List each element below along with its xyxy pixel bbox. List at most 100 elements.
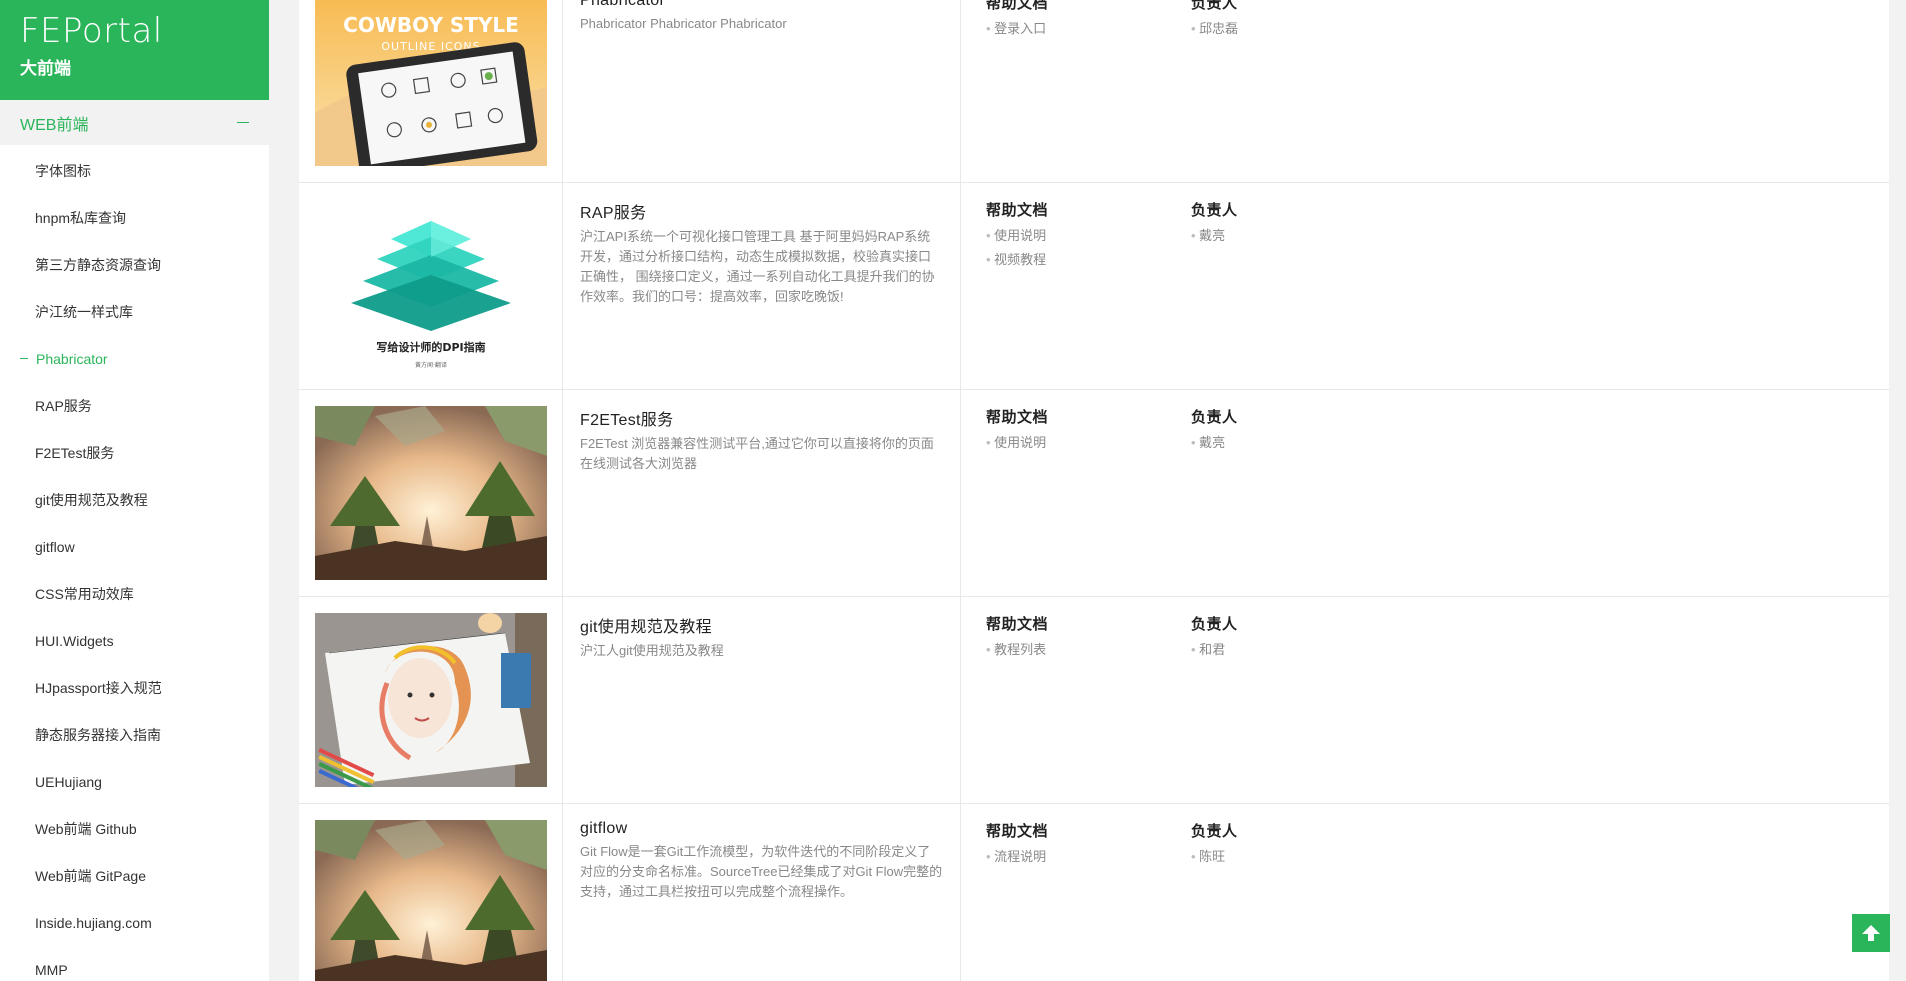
- help-link[interactable]: 使用说明: [986, 224, 1166, 248]
- project-title[interactable]: RAP服务: [580, 199, 943, 223]
- owners: 负责人 和君: [1191, 597, 1238, 803]
- sidebar-item-phabricator[interactable]: Phabricator: [0, 335, 269, 382]
- sidebar-section-web[interactable]: WEB前端: [0, 100, 269, 145]
- sidebar-item-label: 第三方静态资源查询: [35, 256, 161, 273]
- project-summary: F2ETest 浏览器兼容性测试平台,通过它你可以直接将你的页面在线测试各大浏览…: [580, 436, 934, 471]
- project-card: F2ETest服务 F2ETest 浏览器兼容性测试平台,通过它你可以直接将你的…: [299, 390, 1889, 597]
- owners-heading: 负责人: [1191, 202, 1238, 219]
- help-docs: 帮助文档 教程列表: [961, 597, 1191, 803]
- help-docs-heading: 帮助文档: [986, 0, 1049, 12]
- sidebar-item-github[interactable]: Web前端 Github: [0, 805, 269, 852]
- sidebar-item-label: RAP服务: [35, 397, 92, 414]
- sidebar-item-gitpage[interactable]: Web前端 GitPage: [0, 852, 269, 899]
- help-link[interactable]: 使用说明: [986, 431, 1166, 455]
- sidebar-item-label: 字体图标: [35, 162, 91, 179]
- project-title[interactable]: git使用规范及教程: [580, 613, 943, 637]
- forest-image: [315, 820, 547, 981]
- project-thumbnail[interactable]: 写给设计师的DPI指南 黄方闻·翻译: [299, 183, 563, 389]
- owners-heading: 负责人: [1191, 823, 1238, 840]
- project-thumbnail[interactable]: [299, 597, 563, 803]
- sidebar-item-label: Inside.hujiang.com: [35, 914, 152, 931]
- project-summary: Git Flow是一套Git工作流模型，为软件迭代的不同阶段定义了对应的分支命名…: [580, 844, 943, 899]
- sidebar-item-f2etest[interactable]: F2ETest服务: [0, 429, 269, 476]
- owners: 负责人 戴亮: [1191, 183, 1238, 389]
- owner-name: 戴亮: [1191, 431, 1238, 455]
- sidebar-item-git-guide[interactable]: git使用规范及教程: [0, 476, 269, 523]
- sidebar-item-style-library[interactable]: 沪江统一样式库: [0, 288, 269, 335]
- help-docs-heading: 帮助文档: [986, 616, 1049, 633]
- cowboy-icons-image: COWBOY STYLE OUTLINE ICONS: [315, 0, 547, 166]
- sidebar-item-rap[interactable]: RAP服务: [0, 382, 269, 429]
- help-link[interactable]: 流程说明: [986, 845, 1166, 869]
- project-card: COWBOY STYLE OUTLINE ICONS Phabricator P…: [299, 0, 1889, 183]
- project-title[interactable]: Phabricator: [580, 0, 943, 10]
- project-description: gitflow Git Flow是一套Git工作流模型，为软件迭代的不同阶段定义…: [563, 804, 961, 981]
- brand-title: FEPortal: [20, 11, 163, 51]
- project-card: git使用规范及教程 沪江人git使用规范及教程 帮助文档 教程列表 负责人 和…: [299, 597, 1889, 804]
- brand-subtitle: 大前端: [20, 59, 71, 78]
- sidebar-item-label: CSS常用动效库: [35, 585, 134, 602]
- thumbnail-byline: 黄方闻·翻译: [415, 361, 447, 369]
- project-description: Phabricator Phabricator Phabricator Phab…: [563, 0, 961, 182]
- sidebar-item-label: HUI.Widgets: [35, 632, 114, 649]
- project-title[interactable]: F2ETest服务: [580, 406, 943, 430]
- project-list: COWBOY STYLE OUTLINE ICONS Phabricator P…: [299, 0, 1889, 981]
- sidebar-item-hnpm[interactable]: hnpm私库查询: [0, 194, 269, 241]
- sidebar-item-mmp[interactable]: MMP: [0, 946, 269, 981]
- help-docs: 帮助文档 登录入口: [961, 0, 1191, 182]
- help-docs-heading: 帮助文档: [986, 409, 1049, 426]
- arrow-up-icon: [1862, 925, 1880, 941]
- owners-heading: 负责人: [1191, 409, 1238, 426]
- collapse-icon[interactable]: [237, 121, 249, 124]
- forest-image: [315, 406, 547, 580]
- project-title[interactable]: gitflow: [580, 820, 943, 838]
- owner-name: 陈旺: [1191, 845, 1238, 869]
- project-thumbnail[interactable]: [299, 390, 563, 596]
- sidebar-item-font-icons[interactable]: 字体图标: [0, 147, 269, 194]
- sidebar-item-label: Web前端 GitPage: [35, 867, 147, 884]
- project-thumbnail[interactable]: COWBOY STYLE OUTLINE ICONS: [299, 0, 563, 182]
- thumbnail-text: COWBOY STYLE: [343, 13, 519, 37]
- project-summary: Phabricator Phabricator Phabricator: [580, 16, 787, 31]
- owners: 负责人 陈旺: [1191, 804, 1238, 981]
- help-link[interactable]: 教程列表: [986, 638, 1166, 662]
- sidebar: FEPortal 大前端 WEB前端 字体图标 hnpm私库查询 第三方静态资源…: [0, 0, 269, 981]
- help-docs: 帮助文档 使用说明 视频教程: [961, 183, 1191, 389]
- sidebar-item-label: gitflow: [35, 538, 75, 555]
- sidebar-item-label: Phabricator: [36, 350, 108, 367]
- help-link[interactable]: 登录入口: [986, 17, 1166, 41]
- sidebar-item-label: F2ETest服务: [35, 444, 115, 461]
- owner-name: 邱忠磊: [1191, 17, 1238, 41]
- sidebar-item-label: Web前端 Github: [35, 820, 137, 837]
- help-docs: 帮助文档 流程说明: [961, 804, 1191, 981]
- help-docs: 帮助文档 使用说明: [961, 390, 1191, 596]
- back-to-top-button[interactable]: [1852, 914, 1890, 952]
- sidebar-item-hui-widgets[interactable]: HUI.Widgets: [0, 617, 269, 664]
- sidebar-item-static-resources[interactable]: 第三方静态资源查询: [0, 241, 269, 288]
- owners-heading: 负责人: [1191, 0, 1238, 12]
- project-thumbnail[interactable]: [299, 804, 563, 981]
- sidebar-item-label: UEHujiang: [35, 773, 102, 790]
- project-card: 写给设计师的DPI指南 黄方闻·翻译 RAP服务 沪江API系统一个可视化接口管…: [299, 183, 1889, 390]
- owners-heading: 负责人: [1191, 616, 1238, 633]
- help-docs-heading: 帮助文档: [986, 823, 1049, 840]
- owners: 负责人 戴亮: [1191, 390, 1238, 596]
- sketch-portrait-image: [315, 613, 547, 787]
- owners: 负责人 邱忠磊: [1191, 0, 1238, 182]
- sidebar-item-hjpassport[interactable]: HJpassport接入规范: [0, 664, 269, 711]
- sidebar-item-static-server[interactable]: 静态服务器接入指南: [0, 711, 269, 758]
- sidebar-item-gitflow[interactable]: gitflow: [0, 523, 269, 570]
- project-summary: 沪江API系统一个可视化接口管理工具 基于阿里妈妈RAP系统开发，通过分析接口结…: [580, 229, 935, 304]
- sidebar-item-label: MMP: [35, 961, 68, 978]
- project-description: F2ETest服务 F2ETest 浏览器兼容性测试平台,通过它你可以直接将你的…: [563, 390, 961, 596]
- sidebar-item-label: 沪江统一样式库: [35, 303, 133, 320]
- dpi-pyramid-image: 写给设计师的DPI指南 黄方闻·翻译: [315, 199, 547, 373]
- project-summary: 沪江人git使用规范及教程: [580, 643, 724, 658]
- help-link[interactable]: 视频教程: [986, 248, 1166, 272]
- help-docs-heading: 帮助文档: [986, 202, 1049, 219]
- sidebar-item-uehujiang[interactable]: UEHujiang: [0, 758, 269, 805]
- active-dash-icon: [20, 357, 28, 360]
- sidebar-item-inside[interactable]: Inside.hujiang.com: [0, 899, 269, 946]
- sidebar-item-css-animations[interactable]: CSS常用动效库: [0, 570, 269, 617]
- brand-logo[interactable]: FEPortal 大前端: [0, 0, 269, 100]
